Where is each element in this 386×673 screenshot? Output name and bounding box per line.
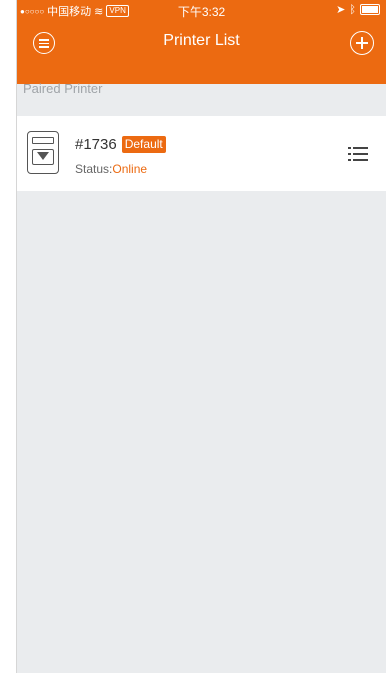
app-screen: ●○○○○ 中国移动 ≋ VPN 下午3:32 ➤ ᛒ Printer List… [16,0,386,673]
default-badge: Default [121,136,166,153]
status-bar: ●○○○○ 中国移动 ≋ VPN 下午3:32 ➤ ᛒ [17,0,386,20]
status-value: Online [112,162,148,176]
status-label: Status: [75,162,113,176]
status-time: 下午3:32 [177,5,226,19]
battery-icon [360,4,380,15]
printer-name: #1736 [75,136,117,153]
section-label: Paired Printer [23,81,103,96]
bluetooth-icon: ᛒ [349,3,356,16]
location-icon: ➤ [336,4,346,16]
add-printer-button[interactable] [350,31,374,55]
printer-icon [27,131,59,174]
printer-options-icon[interactable] [348,146,368,162]
nav-bar: Printer List [17,20,386,64]
header: ●○○○○ 中国移动 ≋ VPN 下午3:32 ➤ ᛒ Printer List [17,0,386,84]
printer-status: Status:Online [75,162,147,176]
printer-list-item[interactable]: #1736 Default Status:Online [17,116,386,191]
page-title: Printer List [163,32,240,49]
